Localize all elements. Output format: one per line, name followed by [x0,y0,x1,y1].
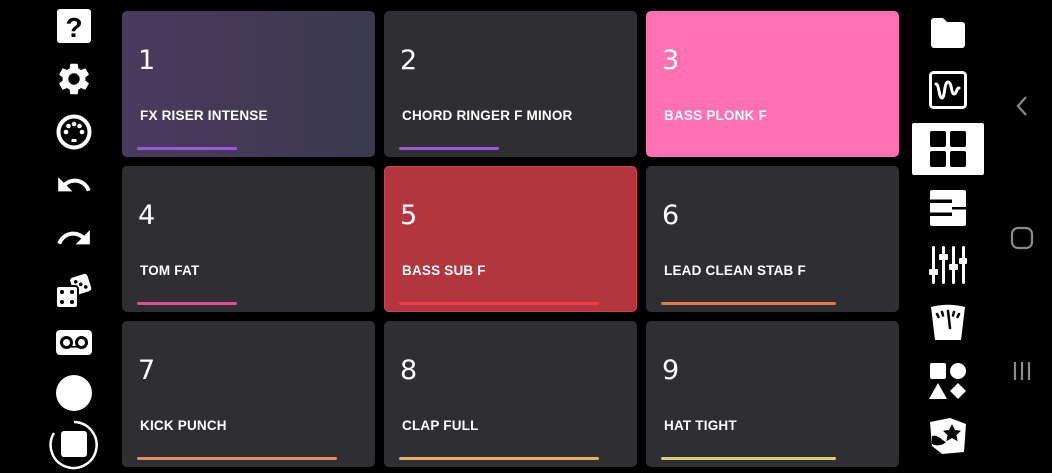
undo-icon [58,177,91,192]
redo-button[interactable] [44,216,104,260]
tape-icon [56,330,92,355]
pads-grid-icon [930,131,966,167]
tuner-button[interactable] [912,297,984,349]
pad-1[interactable]: 1 FX RISER INTENSE [122,11,375,157]
record-button[interactable] [44,371,104,415]
android-back-button[interactable] [1000,84,1044,128]
pad-level-bar [399,302,599,305]
settings-button[interactable] [44,57,104,101]
pad-number: 9 [662,355,680,386]
pad-level-bar [137,302,237,305]
right-toolbar [912,0,984,473]
svg-text:?: ? [65,12,82,43]
tape-button[interactable] [44,320,104,364]
midi-icon [56,114,92,150]
pad-level-bar [661,302,836,305]
pad-level-bar [661,147,761,150]
pad-7[interactable]: 7 KICK PUNCH [122,321,375,467]
pad-name: TOM FAT [140,263,200,278]
pad-6[interactable]: 6 LEAD CLEAN STAB F [646,166,899,312]
pad-level-bar [399,147,499,150]
pad-4[interactable]: 4 TOM FAT [122,166,375,312]
pad-5[interactable]: 5 BASS SUB F [384,166,637,312]
pad-9[interactable]: 9 HAT TIGHT [646,321,899,467]
android-recents-button[interactable] [1000,349,1044,393]
fx-button[interactable] [912,410,984,462]
pad-name: LEAD CLEAN STAB F [664,263,806,278]
waveform-icon [929,71,967,109]
undo-button[interactable] [44,163,104,207]
stop-icon [49,420,98,470]
pad-level-bar [137,457,337,460]
stop-button[interactable] [44,420,104,470]
fx-star-icon [930,418,966,454]
recents-icon [1013,362,1031,380]
redo-icon [57,230,90,245]
pad-name: FX RISER INTENSE [140,108,268,123]
pad-name: BASS PLONK F [664,108,767,123]
browser-button[interactable] [912,7,984,59]
dice-icon [55,273,92,309]
pad-number: 4 [138,200,156,231]
keyboard-icon [930,190,966,226]
android-home-button[interactable] [1000,216,1044,260]
record-icon [56,375,92,411]
left-toolbar: ? [44,0,104,473]
pad-number: 2 [400,45,418,76]
pad-level-bar [399,457,599,460]
pad-level-bar [137,147,237,150]
pad-3[interactable]: 3 BASS PLONK F [646,11,899,157]
help-icon: ? [57,9,91,43]
pad-number: 5 [400,200,418,231]
shapes-button[interactable] [912,355,984,407]
randomize-button[interactable] [44,269,104,313]
pad-number: 1 [138,45,156,76]
pad-name: HAT TIGHT [664,418,737,433]
pads-view-button[interactable] [912,123,984,175]
midi-button[interactable] [44,110,104,154]
mixer-icon [929,246,967,284]
pad-level-bar [661,457,836,460]
pad-name: CHORD RINGER F MINOR [402,108,573,123]
pad-name: CLAP FULL [402,418,479,433]
pad-number: 7 [138,355,156,386]
pad-name: BASS SUB F [402,263,486,278]
pad-number: 8 [400,355,418,386]
pad-number: 6 [662,200,680,231]
sample-editor-button[interactable] [912,64,984,116]
back-icon [1016,96,1027,116]
keyboard-button[interactable] [912,182,984,234]
pad-2[interactable]: 2 CHORD RINGER F MINOR [384,11,637,157]
help-button[interactable]: ? [44,4,104,48]
mixer-button[interactable] [912,239,984,291]
home-icon [1010,226,1034,250]
pad-number: 3 [662,45,680,76]
settings-icon [59,63,89,95]
pad-8[interactable]: 8 CLAP FULL [384,321,637,467]
shapes-icon [929,363,966,399]
tuner-icon [931,304,965,340]
pad-grid: 1 FX RISER INTENSE 2 CHORD RINGER F MINO… [122,11,900,467]
pad-name: KICK PUNCH [140,418,227,433]
folder-icon [931,18,965,48]
